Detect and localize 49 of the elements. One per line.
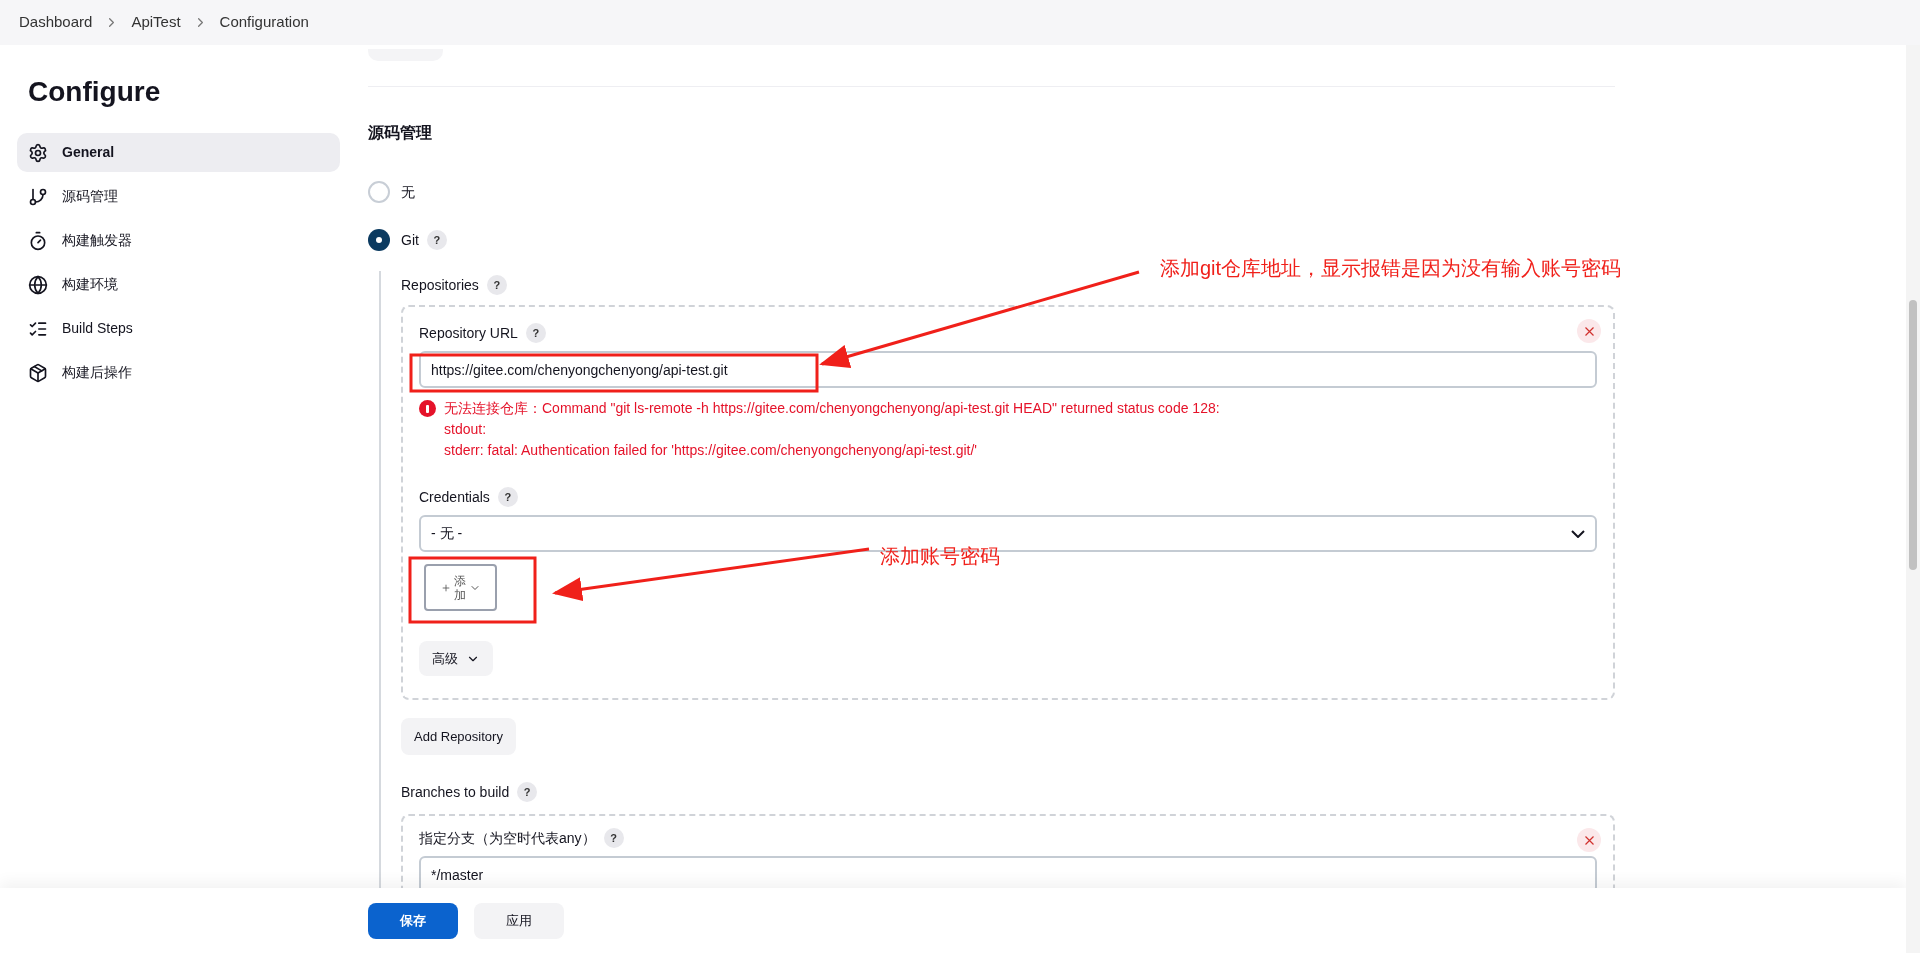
help-button[interactable]: ?	[517, 782, 538, 802]
help-button[interactable]: ?	[603, 828, 624, 848]
field-label: Credentials	[419, 487, 490, 507]
close-icon	[1584, 835, 1594, 845]
close-button[interactable]	[1577, 319, 1601, 343]
scrollbar[interactable]	[1906, 45, 1920, 953]
error-message: stdout:	[444, 420, 488, 439]
radio-button[interactable]	[368, 229, 390, 251]
apply-button[interactable]: 应用	[474, 902, 564, 939]
page-title: Configure	[27, 75, 162, 109]
close-button[interactable]	[1577, 828, 1601, 852]
close-icon	[1584, 326, 1594, 336]
field-label: Branches to build	[401, 782, 510, 802]
advanced-button[interactable]: 高级	[419, 641, 493, 676]
error-message: stderr: fatal: Authentication failed for 'https://gitee.com/chenyongchenyong/api-test.git/'	[444, 441, 978, 460]
field-label: 指定分支（为空时代表any）	[419, 828, 596, 848]
field-label: Repositories	[401, 275, 479, 295]
error-icon	[419, 400, 436, 417]
branch-icon	[28, 186, 48, 207]
help-button[interactable]: ?	[525, 323, 546, 343]
radio-label: 无	[401, 182, 415, 202]
breadcrumb-link[interactable]: Dashboard	[19, 11, 93, 34]
save-button[interactable]: 保存	[368, 902, 458, 939]
help-button[interactable]: ?	[497, 487, 518, 507]
sidebar-item[interactable]: 构建环境	[17, 265, 340, 304]
sidebar-item[interactable]: 构建后操作	[17, 353, 340, 392]
globe-icon	[28, 274, 48, 295]
radio-button[interactable]	[368, 181, 390, 203]
chevron-icon	[1571, 529, 1585, 538]
repository-url-field[interactable]: https://gitee.com/chenyongchenyong/api-test.git	[419, 351, 1597, 388]
sidebar-item[interactable]: Build Steps	[17, 309, 340, 348]
error-message: 无法连接仓库：Command "git ls-remote -h https://gitee.com/chenyongchenyong/api-test.git HEAD" returned status code 128:	[444, 399, 1220, 418]
help-button[interactable]: ?	[486, 275, 507, 295]
timer-icon	[28, 230, 48, 251]
add-repository-button[interactable]: Add Repository	[401, 718, 516, 755]
annotation-text: 添加git仓库地址，显示报错是因为没有输入账号密码	[1160, 256, 1622, 281]
package-icon	[28, 362, 48, 383]
sidebar-item[interactable]: 构建触发器	[17, 221, 340, 260]
gear-icon	[28, 142, 48, 163]
field-label: Repository URL	[419, 323, 518, 343]
sidebar-item[interactable]: 源码管理	[17, 177, 340, 216]
add-credentials-button[interactable]: 添加	[424, 564, 497, 611]
help-button[interactable]: ?	[426, 230, 447, 250]
sidebar-item[interactable]: General	[17, 133, 340, 172]
radio-label: Git	[401, 230, 419, 250]
section-title: 源码管理	[368, 123, 433, 143]
breadcrumb-link[interactable]: Configuration	[219, 11, 309, 34]
breadcrumb-link[interactable]: ApiTest	[131, 11, 181, 34]
plus-icon	[440, 582, 451, 593]
